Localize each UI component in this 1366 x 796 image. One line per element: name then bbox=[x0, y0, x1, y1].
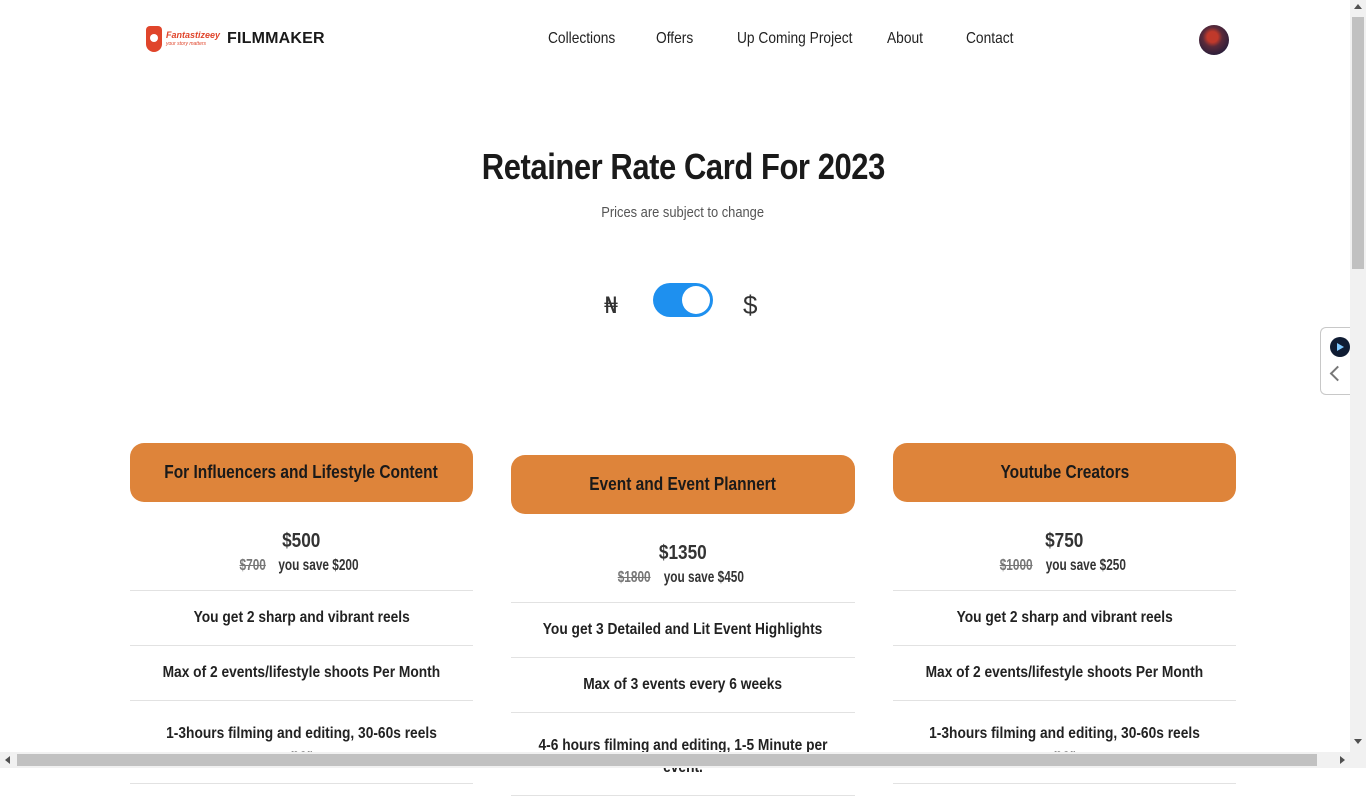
feature-item: 1-3hours filming and editing, 30-60s ree… bbox=[893, 701, 1236, 784]
feature-item: You get 3 Detailed and Lit Event Highlig… bbox=[511, 603, 855, 658]
user-avatar[interactable] bbox=[1199, 25, 1229, 55]
old-price: $1000 bbox=[999, 557, 1033, 574]
page-subtitle: Prices are subject to change bbox=[0, 204, 1366, 221]
scroll-left-arrow-icon[interactable] bbox=[5, 756, 10, 764]
scroll-down-arrow-icon[interactable] bbox=[1354, 739, 1362, 744]
pricing-card-youtube: Youtube Creators $750 $1000 you save $25… bbox=[893, 443, 1236, 784]
feature-item: You get 2 sharp and vibrant reels bbox=[130, 591, 473, 646]
logo[interactable]: Fantastizeey your story matters bbox=[146, 26, 220, 52]
card-title-text: Event and Event Plannert bbox=[589, 474, 777, 494]
feature-item: Max of 3 events every 6 weeks bbox=[511, 658, 855, 713]
nav-link-offers[interactable]: Offers bbox=[656, 30, 693, 48]
logo-text: Fantastizeey your story matters bbox=[166, 31, 220, 47]
feature-item: 1-3hours filming and editing, 30-60s ree… bbox=[130, 701, 473, 784]
card-title: For Influencers and Lifestyle Content bbox=[130, 443, 473, 502]
nav-link-collections[interactable]: Collections bbox=[548, 30, 615, 48]
price-block: $500 $700 you save $200 bbox=[130, 502, 473, 591]
pricing-card-events: Event and Event Plannert $1350 $1800 you… bbox=[511, 455, 855, 796]
card-price: $750 bbox=[1045, 530, 1084, 552]
scroll-up-arrow-icon[interactable] bbox=[1354, 4, 1362, 9]
feature-text: Max of 3 events every 6 weeks bbox=[583, 676, 783, 693]
card-title-text: For Influencers and Lifestyle Content bbox=[164, 462, 439, 482]
toggle-knob bbox=[682, 286, 710, 314]
price-block: $1350 $1800 you save $450 bbox=[511, 514, 855, 603]
scroll-right-arrow-icon[interactable] bbox=[1340, 756, 1345, 764]
card-title: Youtube Creators bbox=[893, 443, 1236, 502]
feature-text: You get 3 Detailed and Lit Event Highlig… bbox=[543, 621, 823, 638]
savings-text: you save $200 bbox=[278, 557, 359, 574]
page-title-text: Retainer Rate Card For 2023 bbox=[481, 146, 885, 187]
navbar: Fantastizeey your story matters FILMMAKE… bbox=[0, 0, 1350, 80]
card-price: $500 bbox=[282, 530, 321, 552]
old-price: $700 bbox=[239, 557, 267, 574]
old-price: $1800 bbox=[617, 569, 651, 586]
card-price: $1350 bbox=[659, 542, 707, 564]
currency-toggle[interactable] bbox=[653, 283, 713, 317]
brand-name[interactable]: FILMMAKER bbox=[227, 30, 325, 48]
pricing-card-influencers: For Influencers and Lifestyle Content $5… bbox=[130, 443, 473, 784]
nav-link-contact[interactable]: Contact bbox=[966, 30, 1013, 48]
feature-item: Max of 2 events/lifestyle shoots Per Mon… bbox=[130, 646, 473, 701]
price-block: $750 $1000 you save $250 bbox=[893, 502, 1236, 591]
player-icon[interactable] bbox=[1330, 337, 1350, 357]
chevron-left-icon[interactable] bbox=[1329, 365, 1346, 382]
vertical-scrollbar-thumb[interactable] bbox=[1352, 17, 1364, 269]
savings-text: you save $450 bbox=[663, 569, 745, 586]
feature-text: Max of 2 events/lifestyle shoots Per Mon… bbox=[162, 664, 441, 681]
horizontal-scrollbar-thumb[interactable] bbox=[17, 754, 1317, 766]
dollar-symbol: $ bbox=[743, 290, 758, 320]
feature-item: You get 2 sharp and vibrant reels bbox=[893, 591, 1236, 646]
feature-item: Max of 2 events/lifestyle shoots Per Mon… bbox=[893, 646, 1236, 701]
nav-link-upcoming-project[interactable]: Up Coming Project bbox=[737, 30, 852, 48]
feature-text: Max of 2 events/lifestyle shoots Per Mon… bbox=[925, 664, 1204, 681]
naira-symbol: ₦ bbox=[604, 294, 618, 319]
feature-text: You get 2 sharp and vibrant reels bbox=[193, 609, 410, 626]
page-subtitle-text: Prices are subject to change bbox=[601, 204, 765, 221]
page-title: Retainer Rate Card For 2023 bbox=[0, 146, 1366, 188]
logo-line1: Fantastizeey bbox=[166, 30, 221, 40]
card-title: Event and Event Plannert bbox=[511, 455, 855, 514]
savings-text: you save $250 bbox=[1045, 557, 1126, 574]
logo-line2: your story matters bbox=[166, 41, 207, 47]
nav-link-about[interactable]: About bbox=[887, 30, 923, 48]
card-title-text: Youtube Creators bbox=[1000, 462, 1129, 482]
logo-icon bbox=[146, 26, 162, 52]
side-widget-tab[interactable] bbox=[1320, 327, 1351, 395]
feature-text: You get 2 sharp and vibrant reels bbox=[956, 609, 1173, 626]
